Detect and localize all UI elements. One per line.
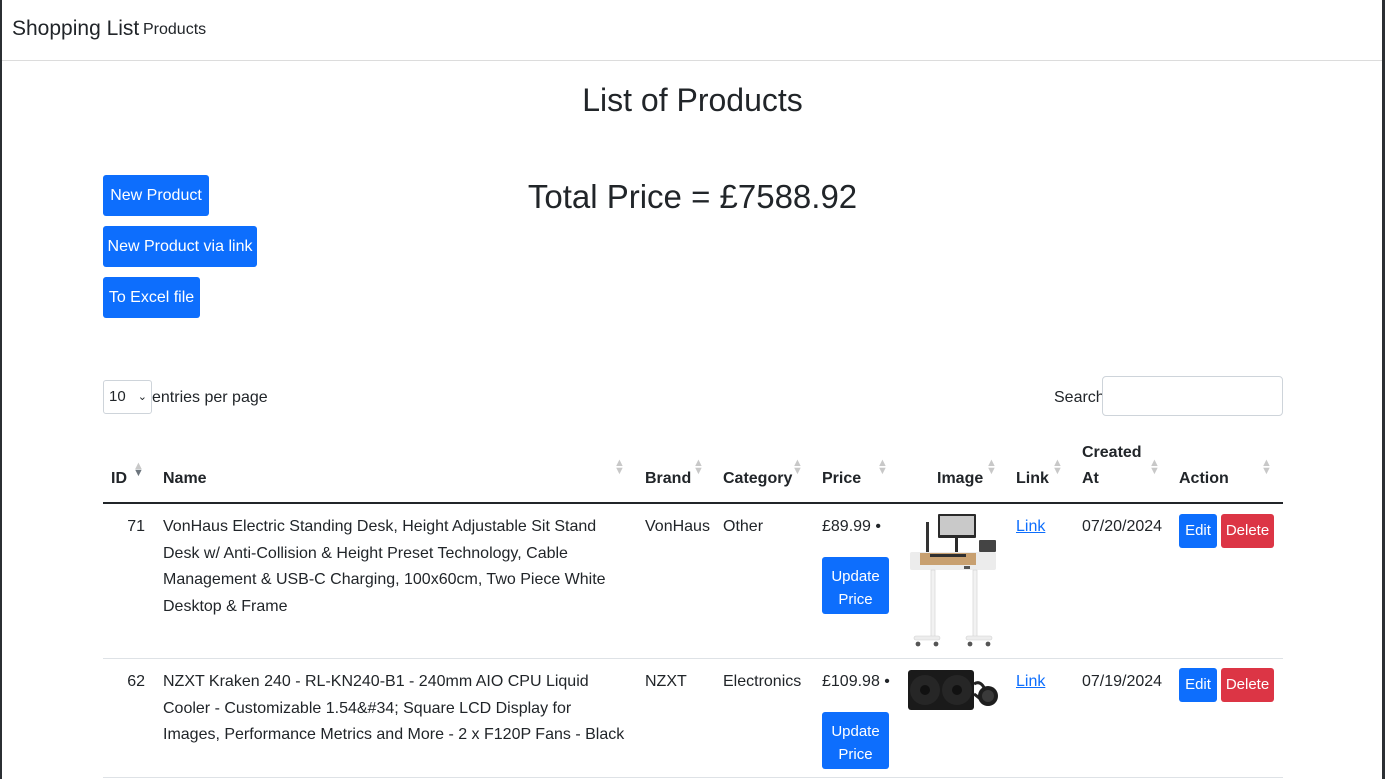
- navbar: Shopping List Products: [2, 0, 1382, 61]
- new-product-button[interactable]: New Product: [103, 175, 209, 216]
- new-product-via-link-button[interactable]: New Product via link: [103, 226, 257, 267]
- cell-category: Electronics: [723, 673, 802, 690]
- delete-button[interactable]: Delete: [1221, 668, 1274, 702]
- standing-desk-image: [910, 514, 996, 647]
- sort-down-icon: ▼: [792, 465, 803, 477]
- update-price-button[interactable]: Update Price: [822, 557, 889, 614]
- cell-name: NZXT Kraken 240 - RL-KN240-B1 - 240mm AI…: [163, 673, 625, 743]
- update-price-button[interactable]: Update Price: [822, 712, 889, 769]
- search-input[interactable]: [1102, 376, 1283, 416]
- column-header-id[interactable]: ID: [111, 466, 127, 492]
- nav-link-products[interactable]: Products: [143, 21, 206, 39]
- cell-category: Other: [723, 518, 764, 535]
- chevron-down-icon: ⌄: [137, 391, 147, 403]
- row-divider: [103, 658, 1283, 659]
- cell-name: VonHaus Electric Standing Desk, Height A…: [163, 518, 606, 615]
- column-header-name[interactable]: Name: [163, 466, 207, 492]
- column-header-image[interactable]: Image: [937, 466, 983, 492]
- sort-down-icon: ▼: [877, 465, 888, 477]
- to-excel-button[interactable]: To Excel file: [103, 277, 200, 318]
- sort-down-icon: ▼: [986, 465, 997, 477]
- entries-per-page-label: entries per page: [152, 389, 268, 406]
- edit-button[interactable]: Edit: [1179, 514, 1217, 548]
- entries-per-page-select[interactable]: 10 ⌄: [103, 380, 152, 414]
- product-link[interactable]: Link: [1016, 669, 1045, 696]
- cell-price: £109.98 •: [822, 673, 890, 690]
- cell-id: 71: [127, 518, 145, 535]
- search-label: Search:: [1054, 389, 1110, 406]
- delete-button[interactable]: Delete: [1221, 514, 1274, 548]
- column-header-price[interactable]: Price: [822, 466, 861, 492]
- navbar-brand[interactable]: Shopping List: [12, 17, 139, 41]
- row-divider: [103, 777, 1283, 778]
- column-header-category[interactable]: Category: [723, 466, 792, 492]
- cell-created-at: 07/20/2024: [1082, 518, 1163, 535]
- column-header-created-line2[interactable]: At: [1082, 466, 1099, 492]
- cell-brand: VonHaus: [645, 518, 710, 535]
- sort-down-icon: ▼: [1149, 465, 1160, 477]
- entries-per-page-value: 10: [109, 388, 126, 405]
- cell-price: £89.99 •: [822, 518, 881, 535]
- column-header-action[interactable]: Action: [1179, 466, 1229, 492]
- sort-down-icon: ▼: [1261, 465, 1272, 477]
- page-title: List of Products: [582, 82, 803, 118]
- column-header-link[interactable]: Link: [1016, 466, 1049, 492]
- table-header-divider: [103, 502, 1283, 504]
- edit-button[interactable]: Edit: [1179, 668, 1217, 702]
- sort-down-icon: ▼: [614, 465, 625, 477]
- cell-brand: NZXT: [645, 673, 687, 690]
- sort-down-icon: ▼: [1052, 465, 1063, 477]
- column-header-created-line1[interactable]: Created: [1082, 440, 1142, 466]
- column-header-brand[interactable]: Brand: [645, 466, 691, 492]
- liquid-cooler-image: [908, 670, 998, 710]
- sort-down-icon: ▼: [693, 465, 704, 477]
- cell-id: 62: [127, 673, 145, 690]
- sort-down-icon: ▼: [133, 467, 144, 479]
- product-link[interactable]: Link: [1016, 514, 1045, 541]
- cell-created-at: 07/19/2024: [1082, 673, 1163, 690]
